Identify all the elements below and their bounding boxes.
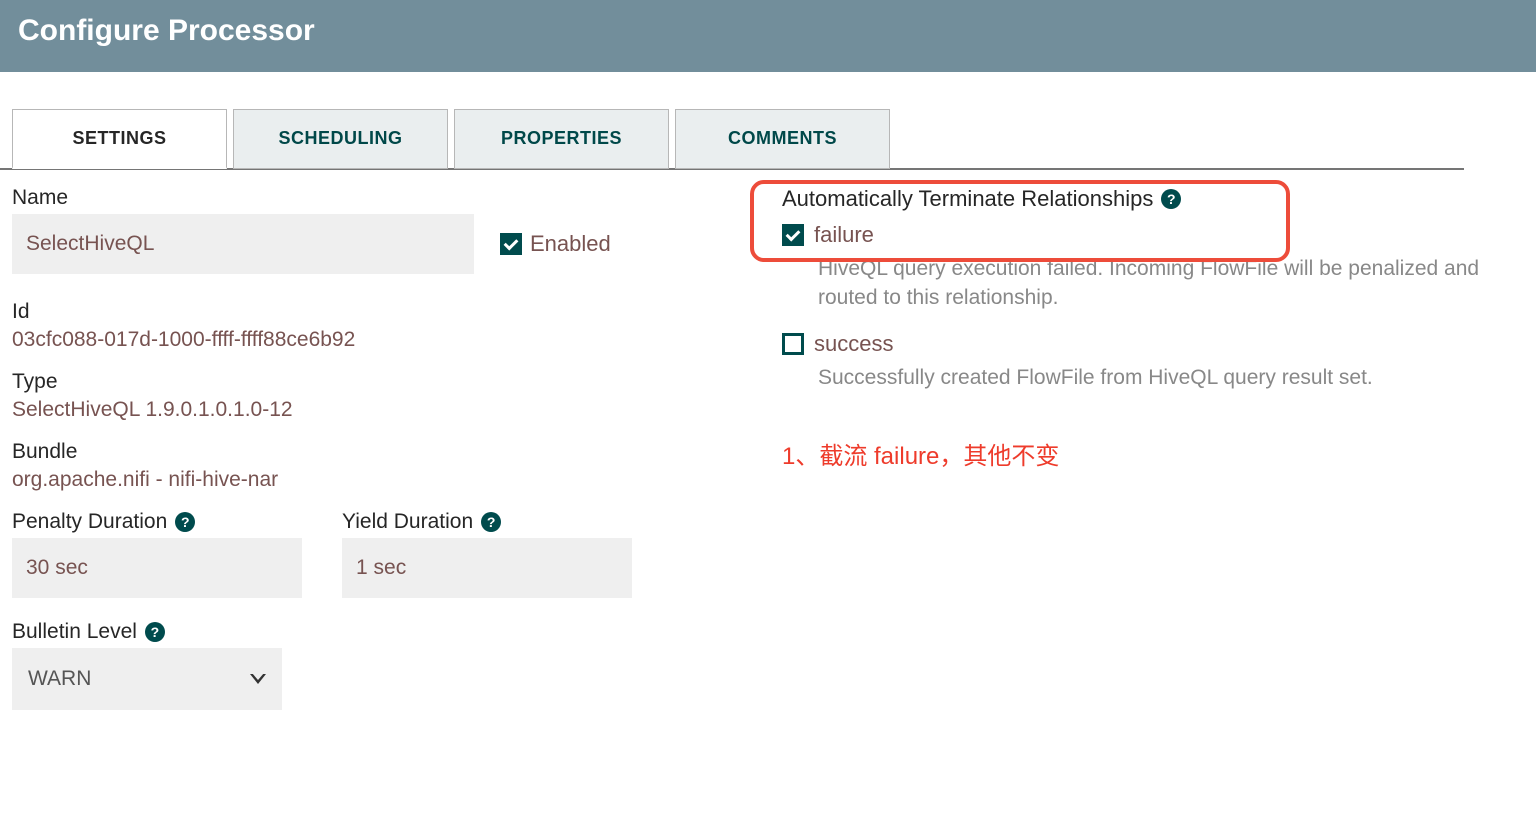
bundle-value: org.apache.nifi - nifi-hive-nar [12,468,732,492]
relationship-name: success [814,331,893,357]
relationship-checkbox-failure[interactable] [782,224,804,246]
relationship-checkbox-success[interactable] [782,333,804,355]
tab-bar: SETTINGS SCHEDULING PROPERTIES COMMENTS [0,72,1464,170]
settings-left-column: Name Enabled Id 03cfc088-017d-1000-ffff-… [12,186,732,710]
name-label: Name [12,186,732,210]
relationship-name: failure [814,222,874,248]
chevron-down-icon [250,674,266,684]
relationships-header: Automatically Terminate Relationships [782,186,1153,212]
id-label: Id [12,300,732,324]
tab-scheduling[interactable]: SCHEDULING [233,109,448,169]
user-annotation: 1、截流 failure，其他不变 [782,436,1524,471]
settings-panel: Name Enabled Id 03cfc088-017d-1000-ffff-… [0,170,1536,710]
relationship-desc: HiveQL query execution failed. Incoming … [818,254,1524,313]
help-icon[interactable]: ? [175,512,195,532]
tab-properties[interactable]: PROPERTIES [454,109,669,169]
bundle-label: Bundle [12,440,732,464]
help-icon[interactable]: ? [145,622,165,642]
type-value: SelectHiveQL 1.9.0.1.0.1.0-12 [12,398,732,422]
enabled-label: Enabled [530,231,611,257]
help-icon[interactable]: ? [481,512,501,532]
tab-comments[interactable]: COMMENTS [675,109,890,169]
id-value: 03cfc088-017d-1000-ffff-ffff88ce6b92 [12,328,732,352]
yield-input[interactable] [342,538,632,598]
help-icon[interactable]: ? [1161,189,1181,209]
relationship-desc: Successfully created FlowFile from HiveQ… [818,363,1524,392]
enabled-checkbox[interactable] [500,233,522,255]
bulletin-value: WARN [28,667,91,691]
yield-label: Yield Duration [342,510,473,534]
type-label: Type [12,370,732,394]
dialog-title: Configure Processor [0,0,1536,72]
tab-settings[interactable]: SETTINGS [12,109,227,169]
bulletin-select[interactable]: WARN [12,648,282,710]
penalty-input[interactable] [12,538,302,598]
penalty-label: Penalty Duration [12,510,167,534]
name-input[interactable] [12,214,474,274]
bulletin-label: Bulletin Level [12,620,137,644]
settings-right-column: Automatically Terminate Relationships ? … [782,186,1524,710]
